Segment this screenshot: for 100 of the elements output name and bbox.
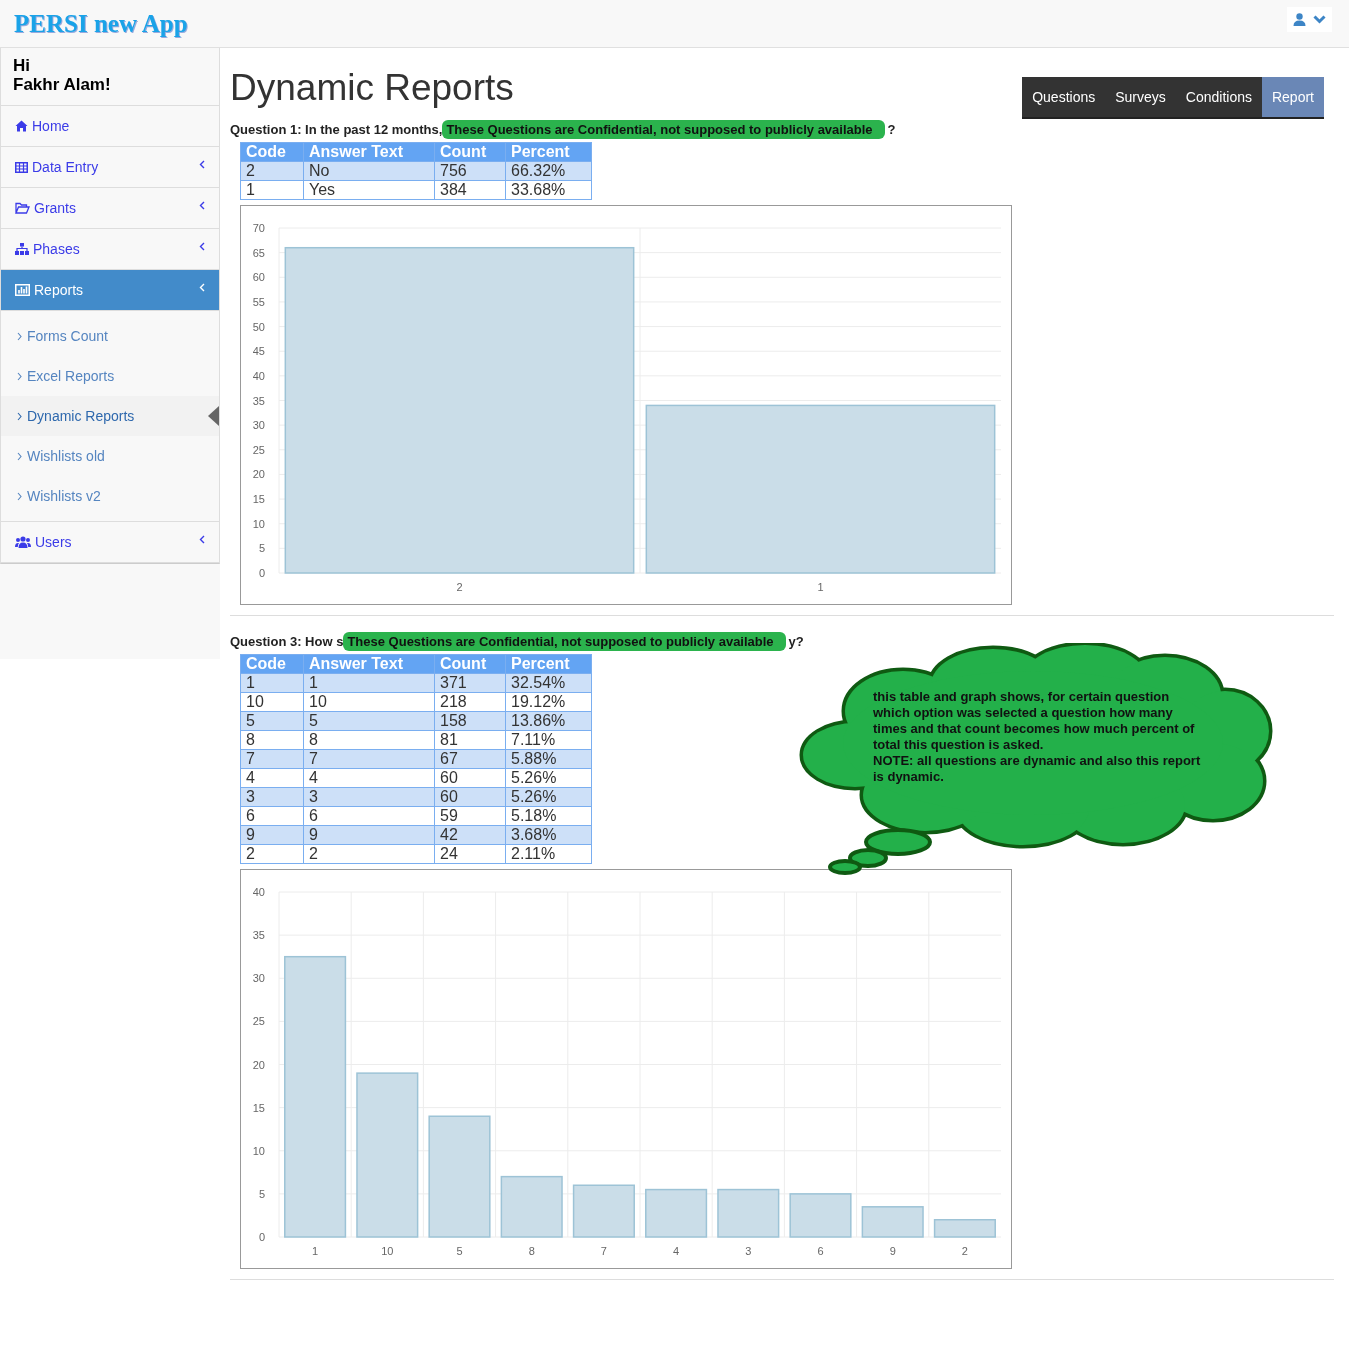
callout-note: NOTE: all questions are dynamic and also this report is dynamic. xyxy=(873,753,1202,785)
x-axis-label: 6 xyxy=(817,1245,824,1257)
x-axis-label: 3 xyxy=(745,1245,752,1257)
folder-icon xyxy=(15,202,30,214)
report-tab[interactable]: Report xyxy=(1261,77,1324,117)
sidebar-item[interactable]: Grants xyxy=(1,188,219,229)
table-cell: 5.18% xyxy=(505,806,592,826)
chevron-left-icon xyxy=(199,241,205,251)
chart-bar xyxy=(717,1188,780,1238)
y-axis-label: 10 xyxy=(252,517,265,530)
x-axis-label: 1 xyxy=(817,581,824,593)
x-axis-label: 7 xyxy=(600,1245,607,1257)
table-cell: 19.12% xyxy=(505,692,592,712)
table-cell: 81 xyxy=(434,730,506,750)
table-cell: 60 xyxy=(434,768,506,788)
sidebar-item[interactable]: Users xyxy=(1,522,219,563)
y-axis-label: 70 xyxy=(252,222,265,234)
chevron-right-icon xyxy=(17,411,22,421)
x-axis-label: 2 xyxy=(456,581,463,593)
table-cell: 7.11% xyxy=(505,730,592,750)
report-tab[interactable]: Questions xyxy=(1022,77,1106,117)
chart-bar xyxy=(789,1193,852,1238)
y-axis-label: 35 xyxy=(252,394,265,407)
chart-bar xyxy=(500,1175,563,1238)
x-axis-label: 5 xyxy=(456,1245,463,1257)
x-axis-label: 2 xyxy=(961,1245,968,1257)
sidebar-item[interactable]: Home xyxy=(1,106,219,147)
y-axis-label: 15 xyxy=(252,1101,265,1114)
report-tab[interactable]: Surveys xyxy=(1105,77,1176,117)
chevron-right-icon xyxy=(17,371,22,381)
chevron-left-icon xyxy=(199,282,205,292)
chart-bar xyxy=(861,1206,924,1238)
column-header: Percent xyxy=(505,654,592,674)
table-cell: 5.26% xyxy=(505,768,592,788)
column-header: Count xyxy=(434,654,506,674)
y-axis-label: 50 xyxy=(252,320,265,333)
y-axis-label: 5 xyxy=(258,1187,265,1200)
table-cell: 2 xyxy=(303,844,435,864)
report-tab[interactable]: Conditions xyxy=(1175,77,1262,117)
table-cell: 59 xyxy=(434,806,506,826)
table-cell: 10 xyxy=(240,692,304,712)
table-cell: 8 xyxy=(240,730,304,750)
column-header: Count xyxy=(434,142,506,162)
user-icon xyxy=(1293,13,1306,26)
y-axis-label: 20 xyxy=(252,1058,265,1071)
chevron-right-icon xyxy=(17,451,22,461)
x-axis-label: 9 xyxy=(889,1245,896,1257)
table-cell: 4 xyxy=(240,768,304,788)
table-cell: Yes xyxy=(303,180,435,200)
table-cell: 6 xyxy=(240,806,304,826)
column-header: Percent xyxy=(505,142,592,162)
chevron-left-icon xyxy=(199,159,205,169)
table-cell: 218 xyxy=(434,692,506,712)
table-icon xyxy=(15,161,28,173)
table-cell: 6 xyxy=(303,806,435,826)
chevron-down-icon xyxy=(1313,15,1326,24)
y-axis-label: 65 xyxy=(252,246,265,259)
user-menu-button[interactable] xyxy=(1287,7,1332,32)
y-axis-label: 55 xyxy=(252,295,265,308)
y-axis-label: 45 xyxy=(252,345,265,358)
y-axis-label: 10 xyxy=(252,1144,265,1157)
current-page-marker-icon xyxy=(208,406,219,426)
table-cell: 24 xyxy=(434,844,506,864)
y-axis-label: 40 xyxy=(252,369,265,382)
sidebar-item[interactable]: Data Entry xyxy=(1,147,219,188)
chevron-left-icon xyxy=(199,534,205,544)
column-header: Answer Text xyxy=(303,654,435,674)
chart-bar xyxy=(933,1219,996,1238)
y-axis-label: 60 xyxy=(252,271,265,284)
y-axis-label: 0 xyxy=(258,1231,265,1243)
user-name: Fakhr Alam! xyxy=(13,75,112,94)
submenu-item[interactable]: Excel Reports xyxy=(1,356,219,396)
chevron-right-icon xyxy=(17,331,22,341)
column-header: Code xyxy=(240,654,304,674)
submenu-item[interactable]: Forms Count xyxy=(1,316,219,356)
table-cell: 2 xyxy=(240,844,304,864)
page-title: Dynamic Reports xyxy=(230,67,514,109)
x-axis-label: 4 xyxy=(673,1245,680,1257)
x-axis-label: 10 xyxy=(381,1245,394,1257)
y-axis-label: 30 xyxy=(252,972,265,985)
chevron-right-icon xyxy=(17,491,22,501)
greeting-text: Hi xyxy=(13,56,31,75)
sitemap-icon xyxy=(15,243,29,255)
y-axis-label: 30 xyxy=(252,419,265,432)
column-header: Code xyxy=(240,142,304,162)
submenu-item[interactable]: Wishlists old xyxy=(1,436,219,476)
sidebar-item[interactable]: Reports xyxy=(1,270,219,311)
submenu-item[interactable]: Dynamic Reports xyxy=(1,396,219,436)
table-cell: 2.11% xyxy=(505,844,592,864)
y-axis-label: 20 xyxy=(252,468,265,481)
y-axis-label: 15 xyxy=(252,493,265,506)
table-cell: 10 xyxy=(303,692,435,712)
x-axis-label: 1 xyxy=(312,1245,319,1257)
y-axis-label: 5 xyxy=(258,542,265,555)
home-icon xyxy=(15,120,28,132)
chart-bar xyxy=(645,1188,708,1238)
question-text: Question 1: In the past 12 months, These Questions are Confidential, not supposed to publicly available ? xyxy=(230,119,897,141)
table-cell: 4 xyxy=(303,768,435,788)
x-axis-label: 8 xyxy=(528,1245,535,1257)
submenu-item[interactable]: Wishlists v2 xyxy=(1,476,219,516)
